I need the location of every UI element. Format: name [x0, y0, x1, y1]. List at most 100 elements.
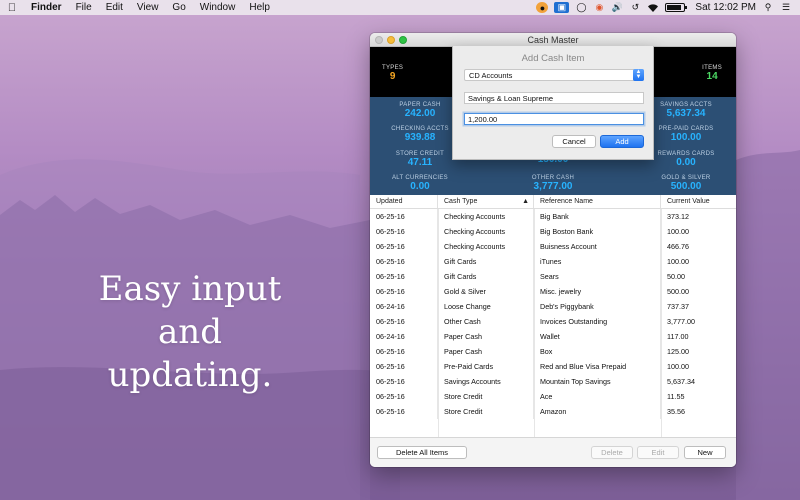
- cell-reference-name: Big Bank: [534, 209, 661, 224]
- cell-updated: 06-25-16: [370, 224, 438, 239]
- menu-app-name[interactable]: Finder: [24, 2, 69, 13]
- cell-cash-type: Store Credit: [438, 404, 534, 419]
- menu-file[interactable]: File: [69, 2, 99, 13]
- cell-reference-name: Big Boston Bank: [534, 224, 661, 239]
- cell-updated: 06-25-16: [370, 344, 438, 359]
- cell-cash-type: Savings Accounts: [438, 374, 534, 389]
- table-row[interactable]: 06-25-16 Store Credit Ace 11.55: [370, 389, 736, 404]
- add-cash-item-dialog: Add Cash Item CD Accounts ▲ ▼ Savings & L…: [452, 46, 654, 160]
- status-area: ● ▣ ◯ ◉ 🔊 ↺ Sat 12:02 PM ⚲ ☰: [536, 2, 800, 13]
- menubar-clock[interactable]: Sat 12:02 PM: [695, 2, 756, 13]
- menu-go[interactable]: Go: [165, 2, 192, 13]
- table-row[interactable]: 06-25-16 Paper Cash Box 125.00: [370, 344, 736, 359]
- apple-icon[interactable]: : [0, 2, 24, 14]
- cell-updated: 06-25-16: [370, 284, 438, 299]
- edit-button[interactable]: Edit: [637, 446, 679, 459]
- cell-reference-name: Wallet: [534, 329, 661, 344]
- cell-reference-name: Red and Blue Visa Prepaid: [534, 359, 661, 374]
- menu-view[interactable]: View: [130, 2, 166, 13]
- cell-cash-type: Checking Accounts: [438, 224, 534, 239]
- updown-chevron-icon: ▲ ▼: [633, 69, 644, 81]
- cell-cash-type: Store Credit: [438, 389, 534, 404]
- column-header-updated[interactable]: Updated: [370, 195, 438, 208]
- cell-updated: 06-25-16: [370, 209, 438, 224]
- delete-button[interactable]: Delete: [591, 446, 633, 459]
- cell-updated: 06-25-16: [370, 374, 438, 389]
- cell-cash-type: Checking Accounts: [438, 239, 534, 254]
- table-row[interactable]: 06-25-16 Gift Cards iTunes 100.00: [370, 254, 736, 269]
- tagline-line-1: Easy input: [98, 269, 282, 309]
- window-footer: Delete All Items Delete Edit New: [370, 437, 736, 467]
- cell-cash-type: Other Cash: [438, 314, 534, 329]
- menu-window[interactable]: Window: [193, 2, 243, 13]
- table-row[interactable]: 06-25-16 Other Cash Invoices Outstanding 3,…: [370, 314, 736, 329]
- cell-current-value: 3,777.00: [667, 317, 695, 326]
- cell-reference-name: Invoices Outstanding: [534, 314, 661, 329]
- table-row[interactable]: 06-25-16 Store Credit Amazon 35.56: [370, 404, 736, 419]
- table-row[interactable]: 06-25-16 Gold & Silver Misc. jewelry 500.00: [370, 284, 736, 299]
- cash-type-select[interactable]: CD Accounts ▲ ▼: [464, 69, 644, 81]
- cell-cash-type: Gold & Silver: [438, 284, 534, 299]
- items-table: 06-25-16 Checking Accounts Big Bank 373.12 0…: [370, 209, 736, 442]
- table-header: Updated Cash Type ▲ Reference Name Curre…: [370, 195, 736, 209]
- tagline-line-2: and: [158, 312, 222, 352]
- table-row[interactable]: 06-24-16 Paper Cash Wallet 117.00: [370, 329, 736, 344]
- menu-edit[interactable]: Edit: [99, 2, 130, 13]
- cell-reference-name: Sears: [534, 269, 661, 284]
- cell-current-value: 100.00: [667, 227, 689, 236]
- column-header-cash-type[interactable]: Cash Type ▲: [438, 195, 534, 208]
- battery-icon[interactable]: [665, 3, 688, 12]
- cell-updated: 06-25-16: [370, 239, 438, 254]
- cell-reference-name: Ace: [534, 389, 661, 404]
- column-header-current-value[interactable]: Current Value: [661, 195, 736, 208]
- cell-cash-type: Loose Change: [438, 299, 534, 314]
- cell-cash-type: Gift Cards: [438, 254, 534, 269]
- new-button[interactable]: New: [684, 446, 726, 459]
- items-stat: ITEMS 14: [702, 65, 722, 82]
- cancel-button[interactable]: Cancel: [552, 135, 596, 148]
- cell-reference-name: iTunes: [534, 254, 661, 269]
- table-row[interactable]: 06-25-16 Checking Accounts Big Bank 373.12: [370, 209, 736, 224]
- cell-current-value: 35.56: [667, 407, 685, 416]
- category-alt-currencies: ALT CURRENCIES 0.00: [370, 172, 470, 197]
- time-machine-icon[interactable]: ↺: [629, 2, 641, 13]
- record-icon[interactable]: ◉: [593, 2, 605, 13]
- category-value: 0.00: [410, 181, 430, 193]
- cash-master-icon[interactable]: ▣: [554, 2, 570, 13]
- value-field[interactable]: 1,200.00: [464, 113, 644, 125]
- cell-cash-type: Checking Accounts: [438, 209, 534, 224]
- cell-cash-type: Pre-Paid Cards: [438, 359, 534, 374]
- table-row[interactable]: 06-25-16 Savings Accounts Mountain Top Sav…: [370, 374, 736, 389]
- types-value: 9: [389, 71, 396, 82]
- table-row[interactable]: 06-25-16 Checking Accounts Buisness Accoun…: [370, 239, 736, 254]
- search-icon[interactable]: ⚲: [762, 2, 774, 13]
- add-button[interactable]: Add: [600, 135, 644, 148]
- circle-icon[interactable]: ◯: [575, 2, 587, 13]
- reference-name-field[interactable]: Savings & Loan Supreme: [464, 92, 644, 104]
- cell-current-value: 373.12: [667, 212, 689, 221]
- cash-type-value: CD Accounts: [469, 70, 513, 80]
- table-row[interactable]: 06-24-16 Loose Change Deb's Piggybank 737.3…: [370, 299, 736, 314]
- items-value: 14: [706, 71, 718, 82]
- menu-help[interactable]: Help: [242, 2, 277, 13]
- dialog-heading: Add Cash Item: [521, 53, 585, 64]
- marketing-tagline: Easy input and updating.: [95, 268, 285, 397]
- cell-reference-name: Box: [534, 344, 661, 359]
- table-row[interactable]: 06-25-16 Checking Accounts Big Boston Bank…: [370, 224, 736, 239]
- table-row[interactable]: 06-25-16 Gift Cards Sears 50.00: [370, 269, 736, 284]
- status-app-icon[interactable]: ●: [536, 2, 549, 13]
- cell-current-value: 737.37: [667, 302, 689, 311]
- category-value: 500.00: [670, 181, 702, 193]
- cell-cash-type: Paper Cash: [438, 344, 534, 359]
- column-header-reference-name[interactable]: Reference Name: [534, 195, 661, 208]
- cell-updated: 06-24-16: [370, 299, 438, 314]
- tagline-line-3: updating.: [107, 355, 273, 395]
- window-titlebar[interactable]: Cash Master: [370, 33, 736, 47]
- delete-all-items-button[interactable]: Delete All Items: [377, 446, 467, 459]
- volume-icon[interactable]: 🔊: [611, 2, 623, 13]
- table-row[interactable]: 06-25-16 Pre-Paid Cards Red and Blue Visa …: [370, 359, 736, 374]
- notification-center-icon[interactable]: ☰: [780, 2, 792, 13]
- cell-updated: 06-25-16: [370, 254, 438, 269]
- cell-current-value: 50.00: [667, 272, 685, 281]
- wifi-icon[interactable]: [647, 2, 659, 13]
